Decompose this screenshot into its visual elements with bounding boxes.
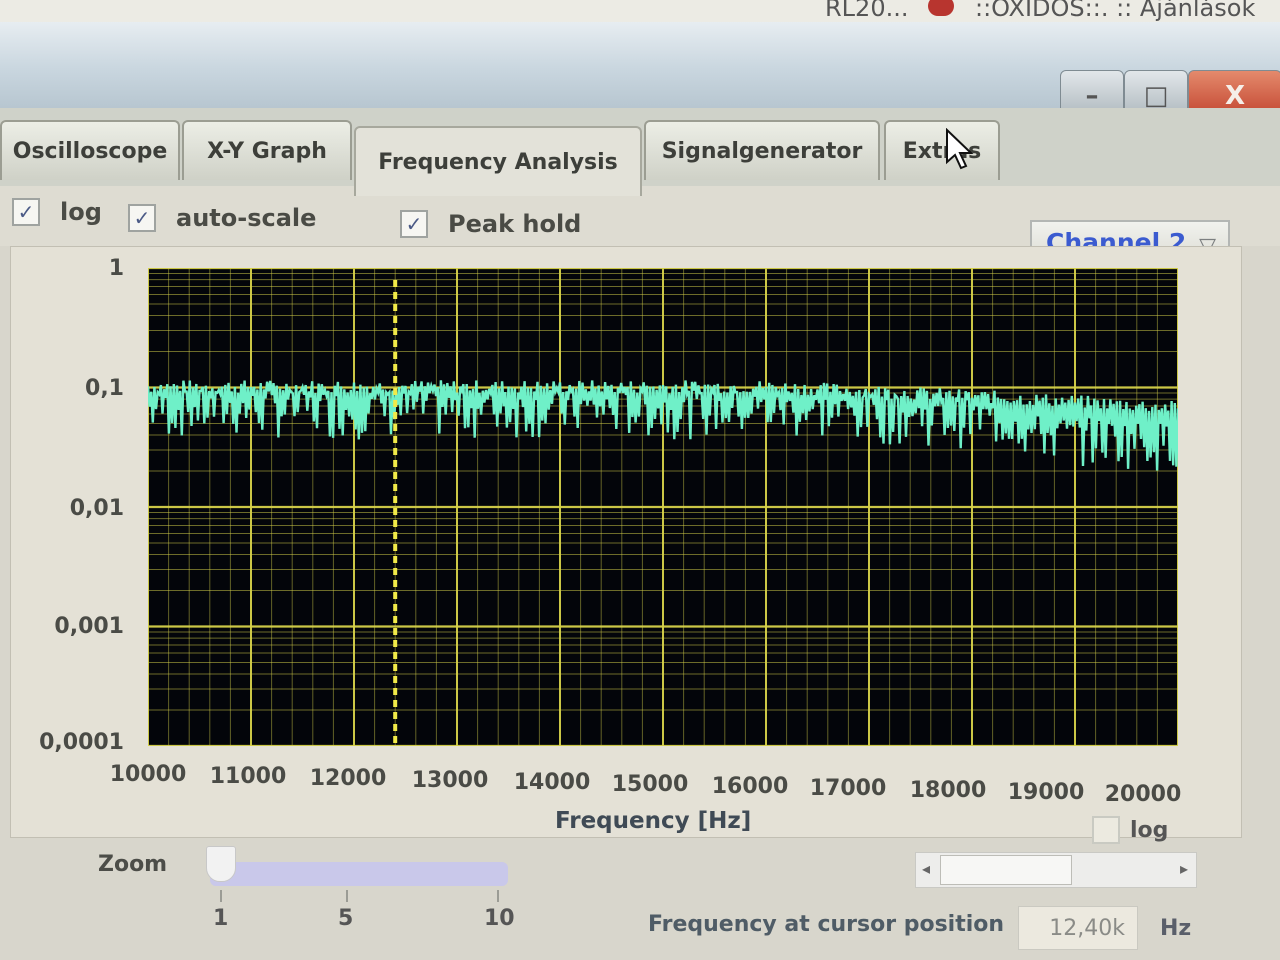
tab-extras[interactable]: Extras — [884, 120, 1000, 180]
mouse-pointer-icon — [946, 128, 974, 170]
browser-bookmarks-strip: RL20... ::OXIDOS::. :: Ajánlások — [0, 0, 1280, 22]
scroll-right-icon[interactable]: ▸ — [1180, 859, 1188, 878]
x-log-checkbox-label: log — [1130, 818, 1169, 843]
x-tick-label: 16000 — [711, 774, 789, 799]
y-tick-label: 0,01 — [69, 496, 124, 521]
cursor-frequency-unit: Hz — [1160, 916, 1192, 941]
y-tick-label: 0,001 — [54, 614, 124, 639]
x-axis-title: Frequency [Hz] — [555, 808, 752, 834]
minimize-icon: – — [1085, 81, 1099, 111]
checkmark-icon: ✓ — [400, 210, 428, 238]
checkmark-icon: ✓ — [128, 204, 156, 232]
scrollbar-thumb[interactable] — [940, 855, 1072, 885]
zoom-tick-label: 5 — [338, 906, 354, 931]
log-checkbox-label: log — [60, 198, 102, 226]
peak-hold-checkbox-label: Peak hold — [448, 210, 582, 238]
zoom-tick — [497, 890, 499, 902]
zoom-slider-track[interactable] — [210, 862, 508, 886]
checkmark-icon: ✓ — [12, 198, 40, 226]
bookmark-fragment-2[interactable]: ::OXIDOS::. :: Ajánlások — [975, 0, 1255, 22]
cursor-frequency-label: Frequency at cursor position — [648, 912, 1005, 937]
zoom-tick-label: 1 — [213, 906, 229, 931]
tab-frequency-analysis[interactable]: Frequency Analysis — [354, 126, 642, 196]
x-tick-label: 12000 — [309, 766, 387, 791]
tab-xy-graph[interactable]: X-Y Graph — [182, 120, 352, 180]
x-tick-label: 14000 — [513, 770, 591, 795]
window-title-bar: – □ X — [0, 22, 1280, 122]
zoom-tick — [220, 890, 222, 902]
x-tick-label: 10000 — [109, 762, 187, 787]
bookmark-fragment-1[interactable]: RL20... — [825, 0, 908, 22]
zoom-tick-label: 10 — [484, 906, 515, 931]
close-icon: X — [1224, 81, 1246, 111]
cursor-frequency-value: 12,40k — [1018, 906, 1138, 950]
x-tick-label: 11000 — [209, 764, 287, 789]
spectrum-plot[interactable] — [148, 268, 1178, 746]
x-log-checkbox[interactable] — [1092, 816, 1120, 844]
tab-signalgenerator[interactable]: Signalgenerator — [644, 120, 880, 180]
peak-hold-checkbox[interactable]: ✓ Peak hold — [400, 210, 581, 238]
y-tick-label: 0,1 — [85, 376, 124, 401]
zoom-tick — [346, 890, 348, 902]
x-tick-label: 17000 — [809, 776, 887, 801]
y-tick-label: 0,0001 — [39, 730, 124, 755]
auto-scale-checkbox-label: auto-scale — [176, 204, 317, 232]
log-checkbox[interactable]: ✓ log — [12, 198, 102, 226]
tab-oscilloscope[interactable]: Oscilloscope — [0, 120, 180, 180]
zoom-label: Zoom — [98, 852, 168, 877]
x-tick-label: 15000 — [611, 772, 689, 797]
maximize-icon: □ — [1143, 81, 1169, 111]
x-tick-label: 13000 — [411, 768, 489, 793]
y-tick-label: 1 — [108, 256, 124, 281]
zoom-slider-thumb[interactable] — [206, 846, 236, 882]
x-tick-label: 18000 — [909, 778, 987, 803]
plot-scrollbar[interactable]: ◂ ▸ — [915, 852, 1197, 888]
scroll-left-icon[interactable]: ◂ — [922, 859, 930, 878]
tab-bar: Oscilloscope X-Y Graph Frequency Analysi… — [0, 108, 1280, 196]
x-tick-label: 20000 — [1104, 782, 1182, 807]
auto-scale-checkbox[interactable]: ✓ auto-scale — [128, 204, 316, 232]
x-tick-label: 19000 — [1007, 780, 1085, 805]
bookmark-favicon — [928, 0, 954, 16]
